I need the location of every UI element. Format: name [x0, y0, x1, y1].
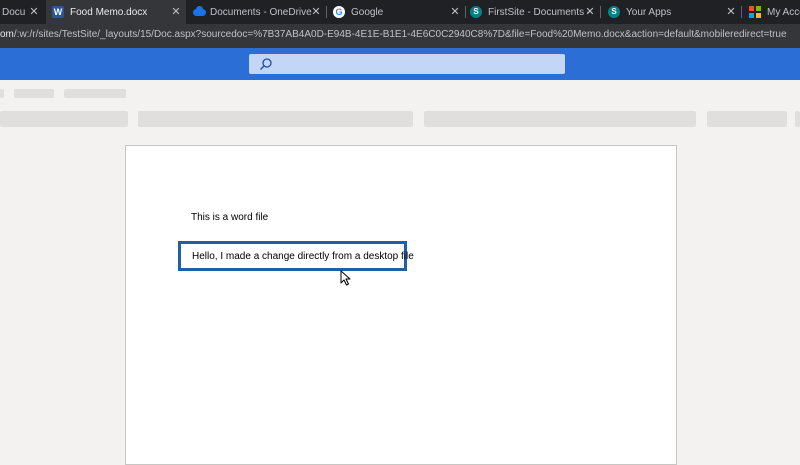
- search-icon: [260, 58, 272, 70]
- tab-food-memo[interactable]: Food Memo.docx ✕: [46, 0, 186, 24]
- tab-title: Docu: [2, 6, 26, 18]
- tab-firstsite-documents[interactable]: FirstSite - Documents - All ✕: [466, 0, 600, 24]
- tab-your-apps[interactable]: Your Apps ✕: [601, 0, 741, 24]
- ribbon-placeholder: [0, 80, 800, 132]
- mouse-cursor-icon: [340, 270, 351, 286]
- ribbon-placeholder-block: [707, 111, 787, 127]
- close-icon[interactable]: ✕: [170, 6, 182, 18]
- ribbon-placeholder-block: [0, 89, 4, 98]
- document-canvas: This is a word file Hello, I made a chan…: [0, 132, 800, 465]
- microsoft-icon: [749, 6, 761, 18]
- tab-onedrive[interactable]: Documents - OneDrive ✕: [186, 0, 326, 24]
- word-icon: [52, 6, 64, 18]
- document-page[interactable]: This is a word file Hello, I made a chan…: [125, 145, 677, 465]
- tab-title: My Accou: [767, 6, 800, 18]
- tab-documents-partial[interactable]: Docu ✕: [0, 0, 44, 24]
- tab-google[interactable]: Google ✕: [327, 0, 465, 24]
- highlighted-paragraph-box: Hello, I made a change directly from a d…: [178, 241, 414, 271]
- ribbon-placeholder-block: [795, 111, 800, 127]
- tab-title: Food Memo.docx: [70, 6, 148, 18]
- document-paragraph[interactable]: This is a word file: [191, 212, 268, 223]
- ribbon-placeholder-block: [14, 89, 54, 98]
- google-icon: [333, 6, 345, 18]
- office-header-bar: [0, 48, 800, 80]
- close-icon[interactable]: ✕: [449, 6, 461, 18]
- search-input[interactable]: [249, 54, 565, 74]
- tab-my-account[interactable]: My Accou: [742, 0, 800, 24]
- tab-title: Documents - OneDrive: [210, 6, 312, 18]
- url-host: om: [0, 29, 14, 40]
- close-icon[interactable]: ✕: [584, 6, 596, 18]
- close-icon[interactable]: ✕: [725, 6, 737, 18]
- sharepoint-icon: [608, 6, 620, 18]
- url-path: /:w:/r/sites/TestSite/_layouts/15/Doc.as…: [13, 29, 787, 40]
- ribbon-placeholder-block: [64, 89, 126, 98]
- tab-title: FirstSite - Documents - All: [488, 6, 592, 18]
- tab-title: Google: [351, 6, 384, 18]
- sharepoint-icon: [470, 6, 482, 18]
- tab-title: Your Apps: [626, 6, 672, 18]
- ribbon-placeholder-block: [424, 111, 696, 127]
- close-icon[interactable]: ✕: [310, 6, 322, 18]
- ribbon-placeholder-block: [0, 111, 128, 127]
- close-icon[interactable]: ✕: [28, 6, 40, 18]
- onedrive-icon: [192, 6, 206, 19]
- browser-tab-strip: Docu ✕ Food Memo.docx ✕ Documents - OneD…: [0, 0, 800, 24]
- document-paragraph[interactable]: Hello, I made a change directly from a d…: [192, 251, 414, 262]
- address-bar[interactable]: om/:w:/r/sites/TestSite/_layouts/15/Doc.…: [0, 24, 800, 48]
- ribbon-placeholder-block: [138, 111, 413, 127]
- url-text[interactable]: om/:w:/r/sites/TestSite/_layouts/15/Doc.…: [0, 29, 787, 40]
